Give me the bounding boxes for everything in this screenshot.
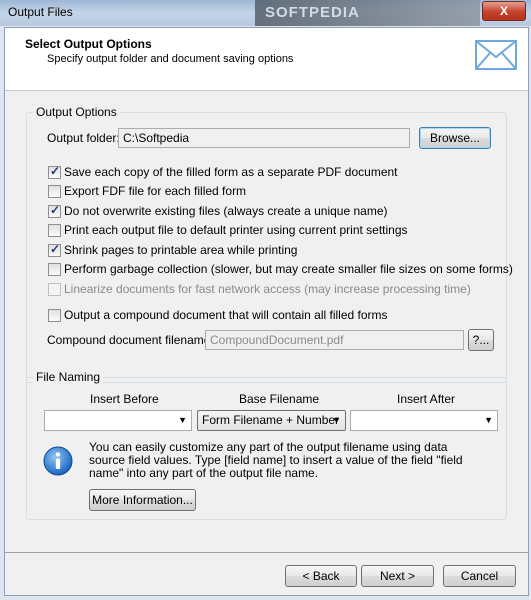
- base-filename-value: Form Filename + Number: [202, 413, 340, 427]
- close-button[interactable]: X: [482, 1, 526, 21]
- chevron-down-icon: ▼: [484, 415, 493, 425]
- insert-after-dropdown[interactable]: ▼: [350, 410, 498, 431]
- checkmark-icon: ✓: [50, 203, 61, 217]
- no-overwrite-label[interactable]: Do not overwrite existing files (always …: [64, 204, 387, 218]
- base-filename-label: Base Filename: [239, 392, 320, 406]
- garbage-collection-checkbox[interactable]: [48, 263, 61, 276]
- header-subtitle: Specify output folder and document savin…: [47, 53, 294, 65]
- chevron-down-icon: ▼: [332, 415, 341, 425]
- compound-document-checkbox[interactable]: [48, 309, 61, 322]
- compound-filename-browse-button[interactable]: ?...: [468, 329, 494, 351]
- export-fdf-label[interactable]: Export FDF file for each filled form: [64, 184, 246, 198]
- title-bar: Output Files SOFTPEDIA X: [0, 0, 531, 26]
- linearize-label: Linearize documents for fast network acc…: [64, 282, 471, 296]
- window-title: Output Files: [8, 5, 73, 19]
- checkmark-icon: ✓: [50, 242, 61, 256]
- garbage-collection-label[interactable]: Perform garbage collection (slower, but …: [64, 262, 513, 276]
- print-output-checkbox[interactable]: [48, 224, 61, 237]
- envelope-icon: [475, 40, 517, 70]
- file-naming-legend: File Naming: [33, 370, 104, 384]
- back-button[interactable]: < Back: [285, 565, 357, 587]
- wizard-header: Select Output Options Specify output fol…: [5, 28, 528, 91]
- footer-separator: [5, 552, 528, 553]
- dialog-body: Select Output Options Specify output fol…: [4, 27, 529, 596]
- save-separate-pdf-label[interactable]: Save each copy of the filled form as a s…: [64, 165, 398, 179]
- save-separate-pdf-checkbox[interactable]: ✓: [48, 164, 61, 179]
- info-icon: [43, 446, 73, 476]
- base-filename-dropdown[interactable]: Form Filename + Number ▼: [197, 410, 346, 431]
- watermark: SOFTPEDIA: [255, 0, 480, 26]
- browse-button[interactable]: Browse...: [419, 127, 491, 149]
- no-overwrite-checkbox[interactable]: ✓: [48, 203, 61, 218]
- insert-after-label: Insert After: [397, 392, 456, 406]
- print-output-label[interactable]: Print each output file to default printe…: [64, 223, 408, 237]
- shrink-pages-checkbox[interactable]: ✓: [48, 242, 61, 257]
- shrink-pages-label[interactable]: Shrink pages to printable area while pri…: [64, 243, 297, 257]
- output-options-group: Output Options Output folder: C:\Softped…: [26, 105, 513, 383]
- compound-filename-label: Compound document filename:: [47, 333, 214, 347]
- insert-before-dropdown[interactable]: ▼: [44, 410, 192, 431]
- compound-document-label[interactable]: Output a compound document that will con…: [64, 308, 388, 322]
- cancel-button[interactable]: Cancel: [443, 565, 516, 587]
- output-folder-label: Output folder:: [47, 131, 120, 145]
- linearize-checkbox: [48, 283, 61, 296]
- checkmark-icon: ✓: [50, 164, 61, 178]
- next-button[interactable]: Next >: [361, 565, 434, 587]
- output-options-legend: Output Options: [33, 105, 120, 119]
- info-text: You can easily customize any part of the…: [89, 440, 463, 480]
- more-information-button[interactable]: More Information...: [89, 489, 196, 511]
- insert-before-label: Insert Before: [90, 392, 159, 406]
- output-folder-field[interactable]: C:\Softpedia: [118, 128, 410, 148]
- compound-filename-field: CompoundDocument.pdf: [205, 330, 464, 350]
- chevron-down-icon: ▼: [178, 415, 187, 425]
- export-fdf-checkbox[interactable]: [48, 185, 61, 198]
- header-title: Select Output Options: [25, 37, 152, 51]
- file-naming-group: File Naming Insert Before Base Filename …: [26, 370, 507, 520]
